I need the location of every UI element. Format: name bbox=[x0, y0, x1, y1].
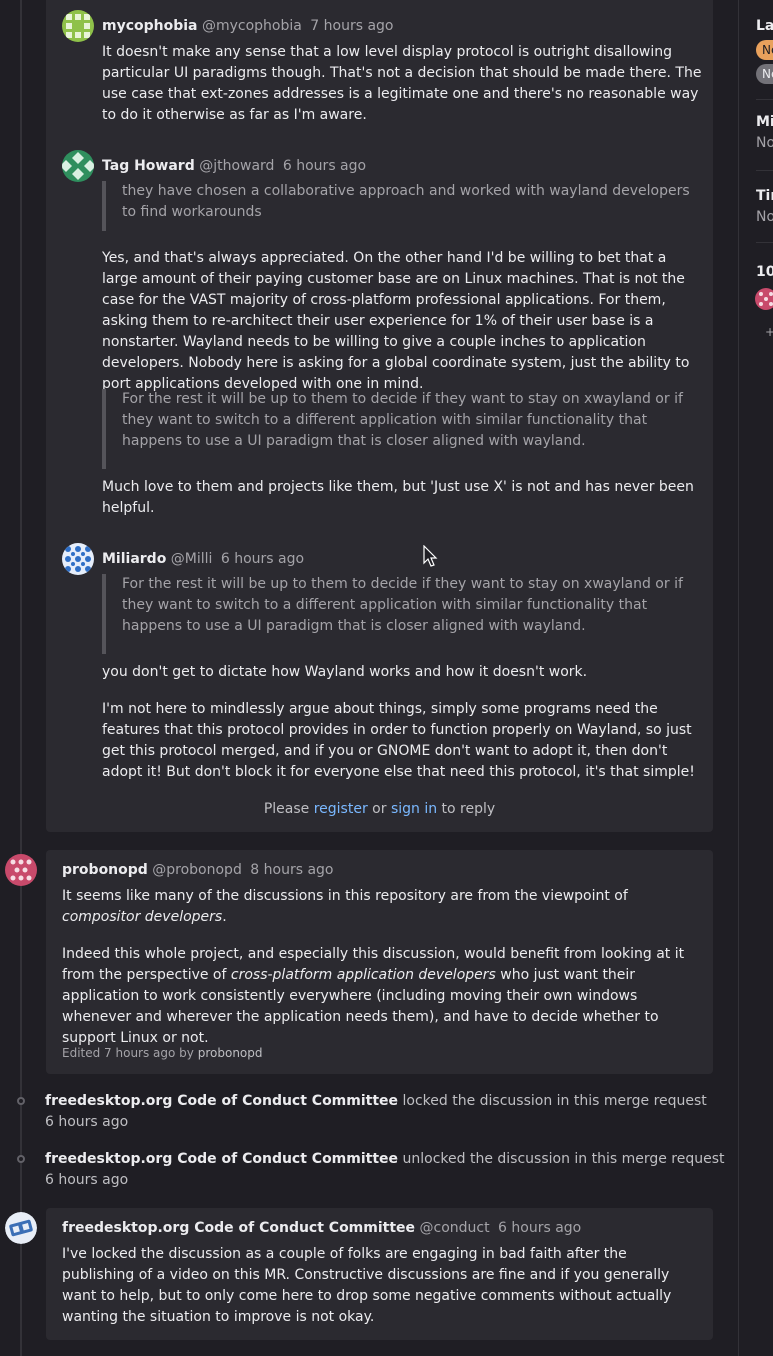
label-badge-text: Ne bbox=[762, 67, 773, 81]
blockquote: For the rest it will be up to them to de… bbox=[102, 389, 702, 469]
avatar[interactable] bbox=[62, 10, 94, 42]
emphasis: cross-platform application developers bbox=[230, 967, 496, 983]
avatar[interactable] bbox=[5, 1212, 37, 1244]
note-body: It doesn't make any sense that a low lev… bbox=[102, 44, 702, 123]
note-body: you don't get to dictate how Wayland wor… bbox=[102, 664, 588, 680]
right-sidebar: La Ne Ne Mil No Tin No 100 + bbox=[738, 0, 773, 1356]
avatar[interactable] bbox=[62, 150, 94, 182]
author-handle[interactable]: @mycophobia bbox=[202, 18, 302, 34]
author-name[interactable]: Miliardo bbox=[102, 551, 166, 567]
author-handle[interactable]: @jthoward bbox=[199, 158, 274, 174]
system-note: freedesktop.org Code of Conduct Committe… bbox=[45, 1091, 725, 1133]
author-name[interactable]: freedesktop.org Code of Conduct Committe… bbox=[62, 1220, 415, 1236]
note-body: Yes, and that's always appreciated. On t… bbox=[102, 250, 690, 392]
text: It seems like many of the discussions in… bbox=[62, 888, 628, 904]
timestamp[interactable]: 8 hours ago bbox=[250, 862, 333, 878]
timestamp[interactable]: 6 hours ago bbox=[498, 1220, 581, 1236]
divider bbox=[756, 170, 773, 171]
system-note: freedesktop.org Code of Conduct Committe… bbox=[45, 1149, 725, 1191]
divider bbox=[756, 99, 773, 100]
blockquote: For the rest it will be up to them to de… bbox=[102, 574, 702, 654]
system-action: locked the discussion in this merge requ… bbox=[402, 1093, 707, 1109]
label-badge[interactable]: Ne bbox=[756, 64, 773, 84]
note-header: Tag Howard @jthoward 6 hours ago bbox=[102, 156, 366, 177]
note-header: freedesktop.org Code of Conduct Committe… bbox=[62, 1218, 581, 1239]
emphasis: compositor developers bbox=[62, 909, 223, 925]
mouse-cursor-icon bbox=[423, 545, 438, 567]
avatar[interactable] bbox=[62, 543, 94, 575]
more-participants-button[interactable]: + bbox=[765, 322, 773, 343]
edited-prefix: Edited 7 hours ago by bbox=[62, 1046, 194, 1060]
time-tracking-title: Tin bbox=[756, 188, 773, 204]
author-handle[interactable]: @Milli bbox=[171, 551, 213, 567]
edited-info: Edited 7 hours ago by probonopd bbox=[62, 1043, 662, 1064]
author-name[interactable]: freedesktop.org Code of Conduct Committe… bbox=[45, 1093, 398, 1109]
label-badge[interactable]: Ne bbox=[756, 40, 773, 60]
avatar[interactable] bbox=[5, 854, 37, 886]
participants-count: 100 bbox=[756, 264, 773, 280]
note-header: Miliardo @Milli 6 hours ago bbox=[102, 549, 304, 570]
author-name[interactable]: probonopd bbox=[62, 862, 148, 878]
author-handle[interactable]: @conduct bbox=[420, 1220, 490, 1236]
note-header: probonopd @probonopd 8 hours ago bbox=[62, 860, 334, 881]
timestamp[interactable]: 7 hours ago bbox=[310, 18, 393, 34]
author-name[interactable]: mycophobia bbox=[102, 18, 198, 34]
timestamp[interactable]: 6 hours ago bbox=[45, 1114, 128, 1130]
timestamp[interactable]: 6 hours ago bbox=[45, 1172, 128, 1188]
sign-in-link[interactable]: sign in bbox=[391, 801, 437, 817]
timeline-dot bbox=[17, 1097, 25, 1105]
author-name[interactable]: Tag Howard bbox=[102, 158, 195, 174]
note-body: Much love to them and projects like them… bbox=[102, 479, 694, 516]
timeline-dot bbox=[17, 1155, 25, 1163]
labels-title: La bbox=[756, 18, 773, 34]
register-link[interactable]: register bbox=[314, 801, 368, 817]
system-action: unlocked the discussion in this merge re… bbox=[402, 1151, 725, 1167]
milestone-value: No bbox=[756, 135, 773, 151]
label-badge-text: Ne bbox=[762, 43, 773, 57]
note-body: It seems like many of the discussions in… bbox=[62, 886, 702, 928]
timestamp[interactable]: 6 hours ago bbox=[283, 158, 366, 174]
reply-or: or bbox=[372, 801, 387, 817]
editor-link[interactable]: probonopd bbox=[198, 1046, 263, 1060]
author-handle[interactable]: @probonopd bbox=[152, 862, 242, 878]
note-body: I'm not here to mindlessly argue about t… bbox=[102, 701, 695, 780]
reply-prefix: Please bbox=[263, 801, 310, 817]
note-header: mycophobia @mycophobia 7 hours ago bbox=[102, 16, 394, 37]
note-body: Indeed this whole project, and especiall… bbox=[62, 944, 702, 1049]
divider bbox=[756, 242, 773, 243]
reply-suffix: to reply bbox=[441, 801, 496, 817]
participant-avatar[interactable] bbox=[755, 288, 773, 310]
timeline-line bbox=[20, 0, 22, 1356]
author-name[interactable]: freedesktop.org Code of Conduct Committe… bbox=[45, 1151, 398, 1167]
time-tracking-value: No bbox=[756, 209, 773, 225]
text: . bbox=[222, 909, 227, 925]
milestone-title: Mil bbox=[756, 114, 773, 130]
note-body: I've locked the discussion as a couple o… bbox=[62, 1246, 672, 1325]
timestamp[interactable]: 6 hours ago bbox=[221, 551, 304, 567]
blockquote: they have chosen a collaborative approac… bbox=[102, 181, 702, 231]
reply-prompt: Please register or sign in to reply bbox=[46, 799, 713, 820]
